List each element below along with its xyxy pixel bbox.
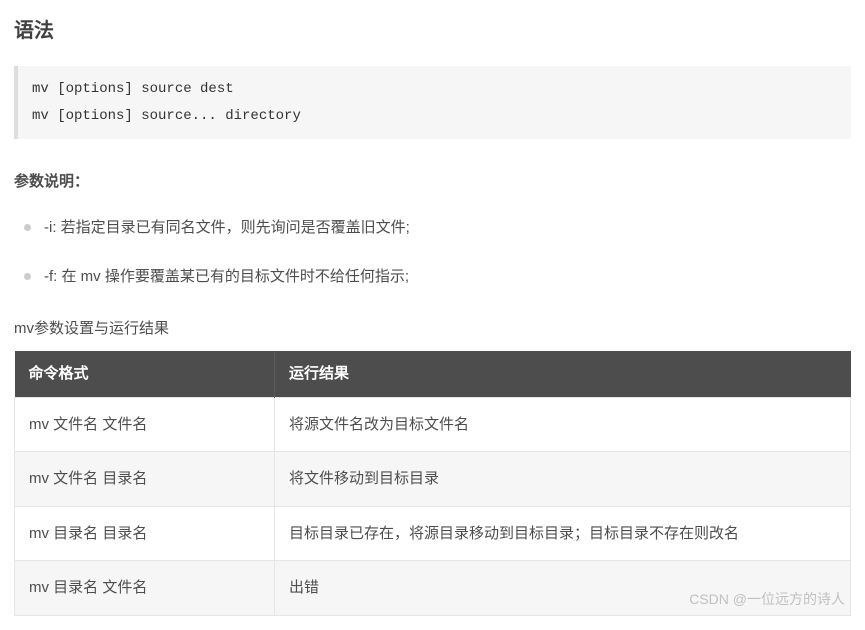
code-line: mv [options] source... directory bbox=[32, 108, 301, 124]
table-caption: mv参数设置与运行结果 bbox=[14, 316, 851, 342]
table-cell: 出错 bbox=[275, 561, 851, 616]
code-line: mv [options] source dest bbox=[32, 81, 234, 97]
code-block: mv [options] source dest mv [options] so… bbox=[14, 66, 851, 139]
table-row: mv 目录名 目录名 目标目录已存在，将源目录移动到目标目录；目标目录不存在则改… bbox=[15, 506, 851, 561]
table-cell: mv 文件名 目录名 bbox=[15, 452, 275, 507]
table-row: mv 目录名 文件名 出错 bbox=[15, 561, 851, 616]
table-cell: 将文件移动到目标目录 bbox=[275, 452, 851, 507]
table-header: 运行结果 bbox=[275, 351, 851, 397]
params-label: 参数说明： bbox=[14, 169, 851, 195]
table-row: mv 文件名 文件名 将源文件名改为目标文件名 bbox=[15, 397, 851, 452]
list-item: -i: 若指定目录已有同名文件，则先询问是否覆盖旧文件; bbox=[14, 215, 851, 241]
table-cell: mv 目录名 目录名 bbox=[15, 506, 275, 561]
table-cell: 将源文件名改为目标文件名 bbox=[275, 397, 851, 452]
table-cell: mv 目录名 文件名 bbox=[15, 561, 275, 616]
table-cell: 目标目录已存在，将源目录移动到目标目录；目标目录不存在则改名 bbox=[275, 506, 851, 561]
mv-table: 命令格式 运行结果 mv 文件名 文件名 将源文件名改为目标文件名 mv 文件名… bbox=[14, 351, 851, 616]
list-item: -f: 在 mv 操作要覆盖某已有的目标文件时不给任何指示; bbox=[14, 264, 851, 290]
syntax-heading: 语法 bbox=[14, 14, 851, 48]
params-list: -i: 若指定目录已有同名文件，则先询问是否覆盖旧文件; -f: 在 mv 操作… bbox=[14, 215, 851, 290]
table-header: 命令格式 bbox=[15, 351, 275, 397]
table-row: mv 文件名 目录名 将文件移动到目标目录 bbox=[15, 452, 851, 507]
table-cell: mv 文件名 文件名 bbox=[15, 397, 275, 452]
